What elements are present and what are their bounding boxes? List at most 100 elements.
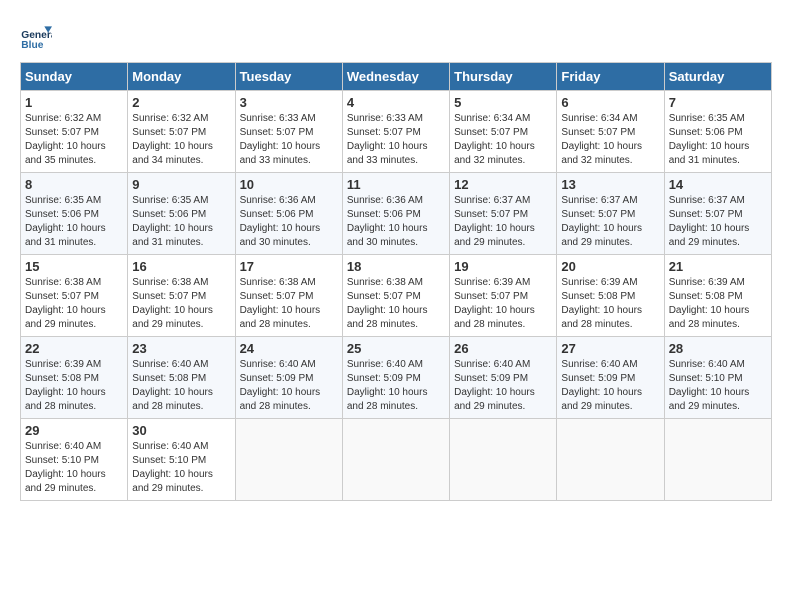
sunrise-label: Sunrise: 6:37 AM	[454, 195, 530, 206]
sunrise-label: Sunrise: 6:38 AM	[347, 277, 423, 288]
day-number: 21	[669, 259, 767, 274]
sunset-label: Sunset: 5:07 PM	[454, 209, 528, 220]
daylight-label: Daylight: 10 hours	[240, 305, 321, 316]
day-info: Sunrise: 6:40 AM Sunset: 5:10 PM Dayligh…	[669, 358, 767, 414]
sunrise-label: Sunrise: 6:32 AM	[25, 113, 101, 124]
day-info: Sunrise: 6:33 AM Sunset: 5:07 PM Dayligh…	[240, 112, 338, 168]
daylight-label: Daylight: 10 hours	[669, 387, 750, 398]
day-number: 19	[454, 259, 552, 274]
daylight-label: Daylight: 10 hours	[25, 305, 106, 316]
daylight-label: Daylight: 10 hours	[240, 387, 321, 398]
day-info: Sunrise: 6:34 AM Sunset: 5:07 PM Dayligh…	[561, 112, 659, 168]
calendar-week-row: 15 Sunrise: 6:38 AM Sunset: 5:07 PM Dayl…	[21, 255, 772, 337]
sunrise-label: Sunrise: 6:39 AM	[454, 277, 530, 288]
calendar-cell: 7 Sunrise: 6:35 AM Sunset: 5:06 PM Dayli…	[664, 91, 771, 173]
daylight-label: Daylight: 10 hours	[561, 387, 642, 398]
daylight-label: Daylight: 10 hours	[561, 305, 642, 316]
daylight-label: Daylight: 10 hours	[347, 305, 428, 316]
daylight-label: Daylight: 10 hours	[132, 141, 213, 152]
sunrise-label: Sunrise: 6:40 AM	[454, 359, 530, 370]
calendar-header: SundayMondayTuesdayWednesdayThursdayFrid…	[21, 63, 772, 91]
daylight-label: Daylight: 10 hours	[347, 141, 428, 152]
sunrise-label: Sunrise: 6:35 AM	[25, 195, 101, 206]
day-info: Sunrise: 6:39 AM Sunset: 5:08 PM Dayligh…	[669, 276, 767, 332]
sunrise-label: Sunrise: 6:33 AM	[240, 113, 316, 124]
daylight-minutes: and 31 minutes.	[669, 155, 740, 166]
daylight-label: Daylight: 10 hours	[240, 141, 321, 152]
daylight-label: Daylight: 10 hours	[669, 141, 750, 152]
sunset-label: Sunset: 5:06 PM	[669, 127, 743, 138]
header-row: SundayMondayTuesdayWednesdayThursdayFrid…	[21, 63, 772, 91]
day-info: Sunrise: 6:39 AM Sunset: 5:08 PM Dayligh…	[561, 276, 659, 332]
sunset-label: Sunset: 5:07 PM	[240, 291, 314, 302]
daylight-minutes: and 28 minutes.	[240, 319, 311, 330]
sunset-label: Sunset: 5:09 PM	[240, 373, 314, 384]
day-info: Sunrise: 6:40 AM Sunset: 5:09 PM Dayligh…	[561, 358, 659, 414]
calendar-cell: 27 Sunrise: 6:40 AM Sunset: 5:09 PM Dayl…	[557, 337, 664, 419]
sunrise-label: Sunrise: 6:34 AM	[454, 113, 530, 124]
day-info: Sunrise: 6:40 AM Sunset: 5:10 PM Dayligh…	[132, 440, 230, 496]
daylight-minutes: and 28 minutes.	[240, 401, 311, 412]
day-info: Sunrise: 6:33 AM Sunset: 5:07 PM Dayligh…	[347, 112, 445, 168]
day-number: 1	[25, 95, 123, 110]
day-info: Sunrise: 6:40 AM Sunset: 5:09 PM Dayligh…	[454, 358, 552, 414]
daylight-minutes: and 29 minutes.	[25, 483, 96, 494]
daylight-minutes: and 28 minutes.	[669, 319, 740, 330]
day-number: 18	[347, 259, 445, 274]
day-number: 5	[454, 95, 552, 110]
day-info: Sunrise: 6:38 AM Sunset: 5:07 PM Dayligh…	[25, 276, 123, 332]
calendar-cell: 23 Sunrise: 6:40 AM Sunset: 5:08 PM Dayl…	[128, 337, 235, 419]
sunrise-label: Sunrise: 6:38 AM	[240, 277, 316, 288]
day-info: Sunrise: 6:38 AM Sunset: 5:07 PM Dayligh…	[132, 276, 230, 332]
daylight-label: Daylight: 10 hours	[240, 223, 321, 234]
calendar-cell: 3 Sunrise: 6:33 AM Sunset: 5:07 PM Dayli…	[235, 91, 342, 173]
sunrise-label: Sunrise: 6:37 AM	[669, 195, 745, 206]
svg-text:General: General	[21, 30, 52, 41]
sunrise-label: Sunrise: 6:35 AM	[669, 113, 745, 124]
sunset-label: Sunset: 5:10 PM	[25, 455, 99, 466]
daylight-minutes: and 29 minutes.	[132, 483, 203, 494]
sunset-label: Sunset: 5:08 PM	[561, 291, 635, 302]
day-number: 30	[132, 423, 230, 438]
day-number: 20	[561, 259, 659, 274]
daylight-label: Daylight: 10 hours	[347, 223, 428, 234]
calendar-cell: 14 Sunrise: 6:37 AM Sunset: 5:07 PM Dayl…	[664, 173, 771, 255]
daylight-label: Daylight: 10 hours	[454, 387, 535, 398]
daylight-minutes: and 32 minutes.	[561, 155, 632, 166]
day-number: 4	[347, 95, 445, 110]
day-info: Sunrise: 6:39 AM Sunset: 5:07 PM Dayligh…	[454, 276, 552, 332]
calendar-body: 1 Sunrise: 6:32 AM Sunset: 5:07 PM Dayli…	[21, 91, 772, 501]
daylight-label: Daylight: 10 hours	[132, 387, 213, 398]
day-info: Sunrise: 6:37 AM Sunset: 5:07 PM Dayligh…	[669, 194, 767, 250]
daylight-minutes: and 35 minutes.	[25, 155, 96, 166]
calendar-cell: 11 Sunrise: 6:36 AM Sunset: 5:06 PM Dayl…	[342, 173, 449, 255]
calendar-cell: 15 Sunrise: 6:38 AM Sunset: 5:07 PM Dayl…	[21, 255, 128, 337]
sunset-label: Sunset: 5:09 PM	[561, 373, 635, 384]
daylight-label: Daylight: 10 hours	[454, 305, 535, 316]
sunset-label: Sunset: 5:07 PM	[561, 209, 635, 220]
calendar-cell: 9 Sunrise: 6:35 AM Sunset: 5:06 PM Dayli…	[128, 173, 235, 255]
sunset-label: Sunset: 5:07 PM	[25, 127, 99, 138]
calendar-cell: 26 Sunrise: 6:40 AM Sunset: 5:09 PM Dayl…	[450, 337, 557, 419]
daylight-minutes: and 29 minutes.	[669, 237, 740, 248]
calendar-cell: 17 Sunrise: 6:38 AM Sunset: 5:07 PM Dayl…	[235, 255, 342, 337]
calendar-cell: 8 Sunrise: 6:35 AM Sunset: 5:06 PM Dayli…	[21, 173, 128, 255]
day-number: 14	[669, 177, 767, 192]
day-number: 27	[561, 341, 659, 356]
daylight-minutes: and 29 minutes.	[561, 401, 632, 412]
day-info: Sunrise: 6:39 AM Sunset: 5:08 PM Dayligh…	[25, 358, 123, 414]
daylight-minutes: and 28 minutes.	[25, 401, 96, 412]
daylight-minutes: and 29 minutes.	[454, 237, 525, 248]
daylight-label: Daylight: 10 hours	[132, 223, 213, 234]
sunrise-label: Sunrise: 6:40 AM	[561, 359, 637, 370]
sunset-label: Sunset: 5:07 PM	[240, 127, 314, 138]
day-number: 6	[561, 95, 659, 110]
day-number: 17	[240, 259, 338, 274]
daylight-label: Daylight: 10 hours	[669, 223, 750, 234]
sunset-label: Sunset: 5:09 PM	[454, 373, 528, 384]
sunset-label: Sunset: 5:07 PM	[132, 291, 206, 302]
sunset-label: Sunset: 5:08 PM	[25, 373, 99, 384]
calendar-cell: 18 Sunrise: 6:38 AM Sunset: 5:07 PM Dayl…	[342, 255, 449, 337]
header-cell-saturday: Saturday	[664, 63, 771, 91]
header-cell-sunday: Sunday	[21, 63, 128, 91]
